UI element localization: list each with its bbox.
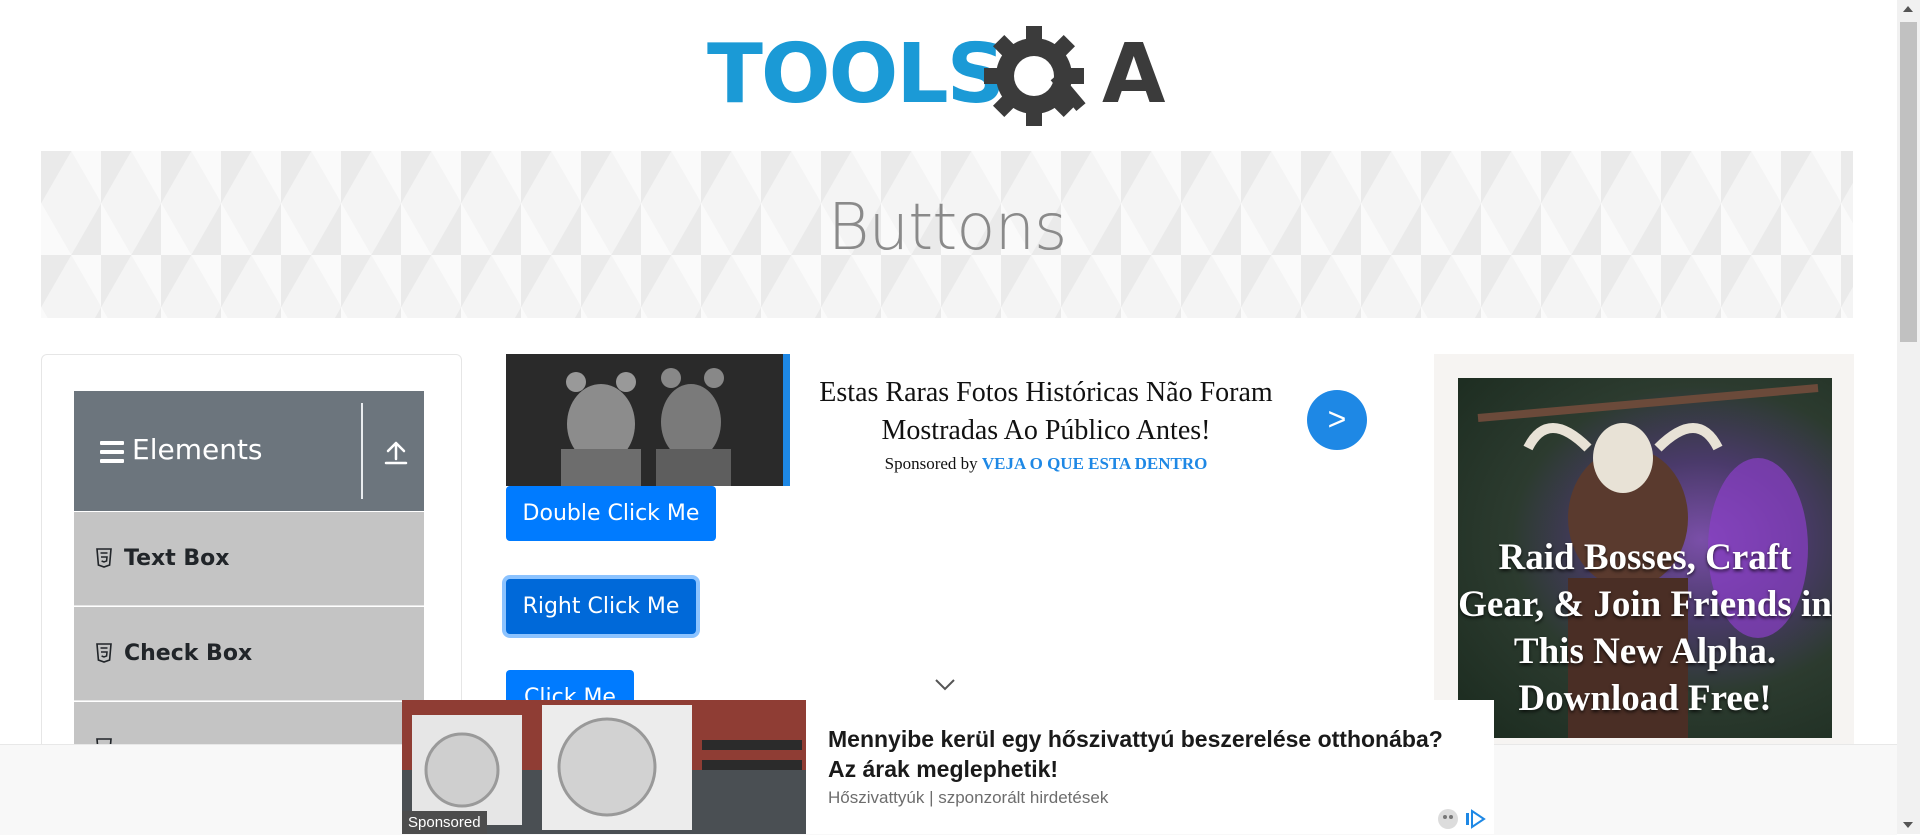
- scroll-down-icon[interactable]: [1903, 822, 1913, 828]
- logo-tools-text: TOOLS: [707, 27, 1004, 122]
- page-banner: Buttons: [41, 151, 1853, 318]
- ad-right-headline[interactable]: Raid Bosses, Craft Gear, & Join Friends …: [1458, 534, 1832, 722]
- sidebar-item-label: Text Box: [124, 546, 230, 571]
- ad-sponsor-name[interactable]: VEJA O QUE ESTA DENTRO: [982, 454, 1207, 473]
- ad-sponsor-line: Sponsored by VEJA O QUE ESTA DENTRO: [884, 454, 1208, 473]
- divider: [361, 403, 363, 499]
- sidebar: Elements Text Box Check Box: [41, 354, 462, 776]
- sponsored-ad-right[interactable]: Raid Bosses, Craft Gear, & Join Friends …: [1434, 354, 1854, 744]
- ad-next-button[interactable]: >: [1307, 390, 1367, 450]
- sidebar-group-title: Elements: [132, 433, 263, 466]
- html5-icon: [96, 548, 112, 568]
- logo-a-text: A: [1102, 27, 1166, 122]
- sidebar-item-check-box[interactable]: Check Box: [74, 607, 424, 701]
- sidebar-group-elements[interactable]: Elements: [74, 391, 424, 511]
- adchoices-icon[interactable]: [1436, 808, 1488, 830]
- ad-game-artwork[interactable]: Raid Bosses, Craft Gear, & Join Friends …: [1458, 378, 1832, 738]
- page-scrollbar[interactable]: [1897, 0, 1920, 834]
- scroll-up-icon[interactable]: [1903, 6, 1913, 12]
- page-title: Buttons: [827, 191, 1068, 265]
- sponsored-ad-top[interactable]: Estas Raras Fotos Históricas Não Foram M…: [506, 354, 1368, 486]
- ad-bottom-headline[interactable]: Mennyibe kerül egy hőszivattyú beszerelé…: [828, 724, 1468, 784]
- right-click-button[interactable]: Right Click Me: [506, 579, 696, 634]
- sponsored-ad-bottom[interactable]: Sponsored Mennyibe kerül egy hőszivattyú…: [402, 700, 1494, 834]
- chevron-down-icon[interactable]: [934, 678, 956, 692]
- upload-icon[interactable]: [382, 439, 410, 467]
- sidebar-item-text-box[interactable]: Text Box: [74, 512, 424, 606]
- sidebar-item-label: Check Box: [124, 641, 253, 666]
- hamburger-icon: [100, 441, 124, 463]
- html5-icon: [96, 643, 112, 663]
- scrollbar-thumb[interactable]: [1900, 22, 1917, 342]
- gear-icon: [984, 26, 1086, 126]
- double-click-button[interactable]: Double Click Me: [506, 486, 716, 541]
- toolsqa-logo[interactable]: TOOLS A: [707, 24, 1193, 134]
- ad-headline[interactable]: Estas Raras Fotos Históricas Não Foram M…: [796, 374, 1296, 450]
- ad-historical-photo[interactable]: [506, 354, 790, 486]
- sponsored-tag: Sponsored: [402, 811, 487, 834]
- ad-heat-pump-photo[interactable]: Sponsored: [402, 700, 806, 834]
- ad-bottom-source[interactable]: Hőszivattyúk | szponzorált hirdetések: [828, 788, 1108, 808]
